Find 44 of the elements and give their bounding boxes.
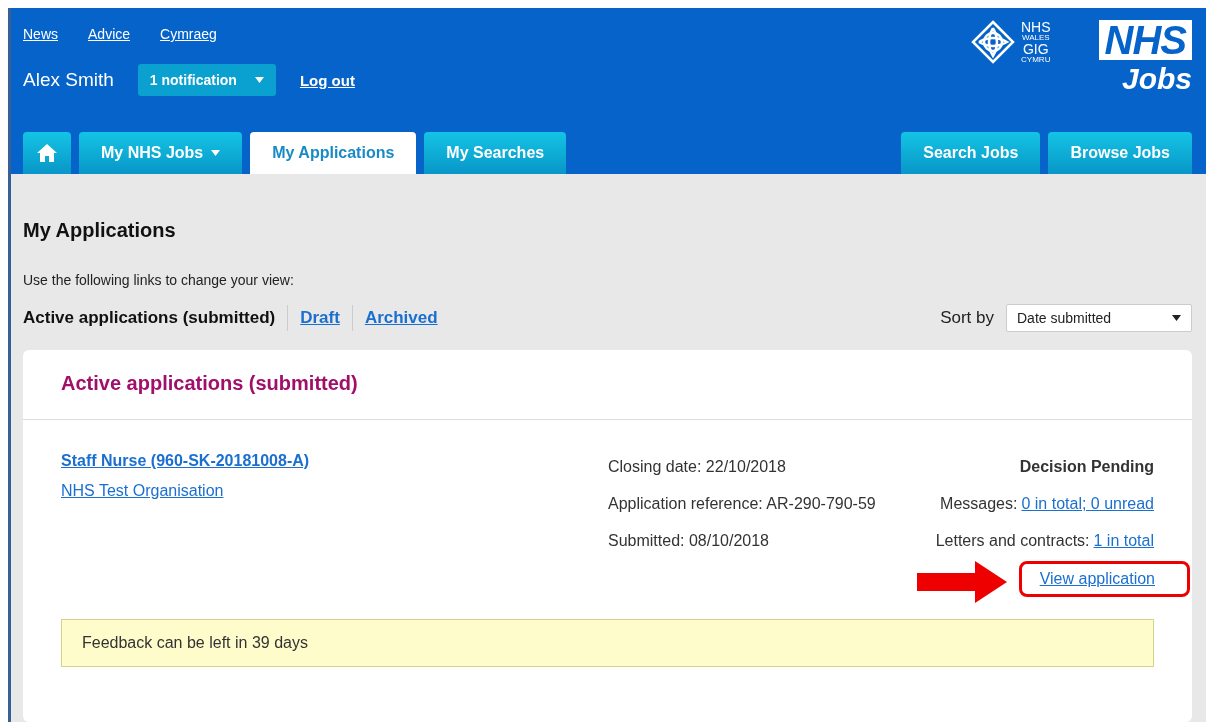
sort-label: Sort by (940, 308, 994, 328)
detail-text: Submitted: 08/10/2018 (608, 531, 770, 551)
arrow-icon (916, 561, 1007, 603)
logo-text: NHS (1021, 20, 1051, 34)
logo-text: GIG (1022, 42, 1049, 56)
messages-link[interactable]: 0 in total; 0 unread (1021, 494, 1154, 513)
logo-text: WALES (1021, 34, 1050, 42)
notification-dropdown[interactable]: 1 notification (137, 64, 276, 96)
caret-icon (211, 150, 221, 156)
nhs-logo: NHS (1098, 20, 1192, 60)
home-icon (37, 144, 57, 162)
nav-tab[interactable]: Browse Jobs (1048, 132, 1192, 174)
view-link[interactable]: Draft (287, 305, 352, 331)
user-name: Alex Smith (23, 69, 114, 91)
nav-tab[interactable]: My Applications (250, 132, 417, 174)
jobs-logo-text: Jobs (1121, 62, 1192, 96)
panel-title: Active applications (submitted) (23, 350, 1192, 420)
detail-text: Closing date: 22/10/2018 (608, 457, 787, 477)
logo-text: CYMRU (1021, 56, 1051, 64)
nav-tab[interactable]: Search Jobs (901, 132, 1041, 174)
letters-label: Letters and contracts: (935, 531, 1090, 551)
organisation-link[interactable]: NHS Test Organisation (61, 482, 608, 500)
top-link[interactable]: Advice (88, 26, 131, 42)
nav-tab[interactable]: My NHS Jobs (79, 132, 243, 174)
top-link[interactable]: Cymraeg (160, 26, 217, 42)
job-title-link[interactable]: Staff Nurse (960-SK-20181008-A) (61, 452, 608, 470)
knot-icon (971, 20, 1015, 64)
view-application-link[interactable]: View application (1039, 570, 1155, 587)
home-tab[interactable] (23, 132, 71, 174)
status-text: Decision Pending (1019, 457, 1154, 477)
sort-select[interactable]: Date submitted (1006, 304, 1192, 332)
letters-link[interactable]: 1 in total (1093, 531, 1154, 550)
nav-tab[interactable]: My Searches (424, 132, 567, 174)
caret-icon (1172, 315, 1181, 321)
top-link[interactable]: News (23, 26, 58, 42)
view-hint: Use the following links to change your view: (23, 272, 295, 288)
page-title: My Applications (23, 219, 177, 242)
messages-label: Messages: (940, 494, 1018, 514)
detail-text: Application reference: AR-290-790-59 (608, 494, 876, 514)
feedback-notice: Feedback can be left in 39 days (61, 619, 1154, 667)
view-link[interactable]: Archived (351, 305, 450, 331)
caret-icon (254, 77, 264, 83)
view-link[interactable]: Active applications (submitted) (23, 305, 288, 331)
logout-link[interactable]: Log out (299, 71, 355, 89)
